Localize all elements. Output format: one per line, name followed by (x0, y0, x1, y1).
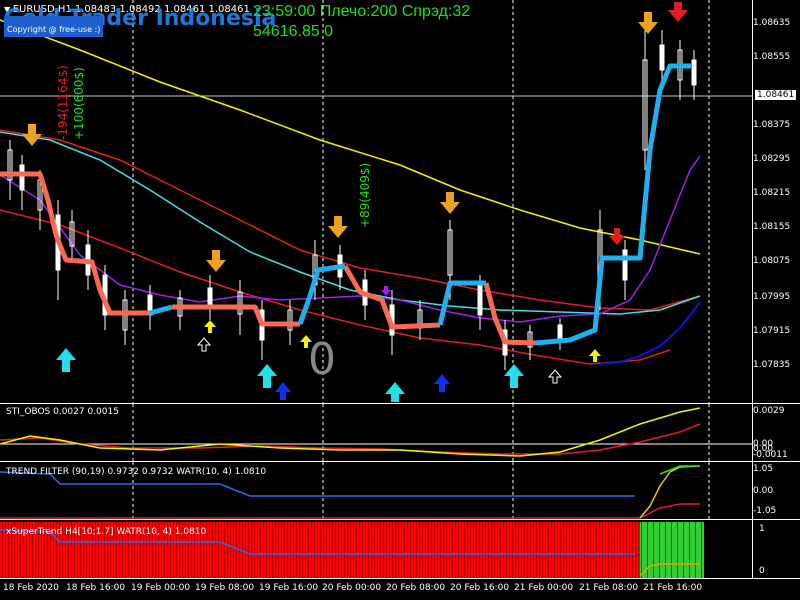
time-tick: 18 Feb 2020 (3, 583, 60, 593)
account-balance: 54616.85 0 (253, 23, 334, 40)
trend-step-salmon-2 (172, 304, 300, 327)
xsupertrend-panel[interactable]: xSuperTrend H4[10;1.7] WATR(10, 4) 1.081… (0, 520, 752, 578)
big-zero-label: 0 (308, 334, 336, 385)
time-tick: 18 Feb 16:00 (66, 583, 126, 593)
gain-annotation-2: +89(409$) (358, 162, 372, 228)
price-tick: 1.07835 (753, 360, 791, 370)
sti-tick: -0.0011 (753, 450, 788, 460)
server-time-info: 23:59:00 Плечо:200 Спрэд:32 (253, 3, 471, 20)
time-tick: 20 Feb 16:00 (450, 583, 510, 593)
xsupertrend-scale: 1 0 (752, 520, 800, 578)
price-tick: 1.07915 (753, 326, 791, 336)
trend-step-sky (149, 304, 173, 316)
trend-tick: -1.05 (753, 506, 777, 516)
sti-tick: 0.0029 (753, 406, 785, 416)
main-price-chart[interactable]: ▼ EURUSD,H1 1.08483 1.08492 1.08461 1.08… (0, 0, 752, 403)
xsupertrend-label: xSuperTrend H4[10;1.7] WATR(10, 4) 1.081… (6, 527, 207, 537)
yellow-ma-line (0, 19, 701, 255)
panel-divider (0, 578, 800, 579)
green-histogram (640, 522, 704, 578)
price-tick: 1.08555 (753, 52, 791, 62)
session-separators (132, 0, 710, 403)
time-axis: 18 Feb 2020 18 Feb 16:00 19 Feb 00:00 19… (0, 580, 752, 600)
time-tick: 20 Feb 00:00 (322, 583, 382, 593)
price-tick: 1.08375 (753, 120, 791, 130)
time-tick: 20 Feb 08:00 (386, 583, 446, 593)
time-tick: 19 Feb 16:00 (259, 583, 319, 593)
xst-tick: 0 (759, 566, 765, 576)
price-tick: 1.08075 (753, 256, 791, 266)
price-scale[interactable]: 1.08635 1.08555 1.08375 1.08295 1.08215 … (752, 0, 800, 403)
loss-annotation: -194(1164$) (56, 65, 70, 140)
sti-obos-panel[interactable]: STI_OBOS 0.0027 0.0015 (0, 404, 752, 461)
current-price-text: 1.08461 (757, 90, 795, 100)
price-tick: 1.08155 (753, 222, 791, 232)
sti-obos-scale: 0.0029 0.00 0.00 -0.0011 (752, 404, 800, 461)
trend-filter-scale: 1.05 0.00 -1.05 (752, 462, 800, 519)
copyright-text: Copyright @ free-use :) (7, 25, 101, 34)
trend-tick: 0.00 (753, 486, 774, 496)
sti-obos-label: STI_OBOS 0.0027 0.0015 (6, 407, 119, 417)
blue-up-arrows (275, 374, 450, 400)
candles (7, 30, 697, 370)
gain-annotation: +100(600$) (72, 67, 86, 140)
copyright-badge: Copyright @ free-use :) (4, 16, 104, 37)
time-tick: 21 Feb 00:00 (514, 583, 574, 593)
price-tick: 1.08215 (753, 188, 791, 198)
trend-step-sky-4 (534, 63, 692, 346)
purple-down-arrow (381, 286, 391, 296)
orange-down-arrows (22, 12, 658, 272)
time-tick: 21 Feb 08:00 (579, 583, 639, 593)
time-tick: 19 Feb 00:00 (131, 583, 191, 593)
time-tick: 19 Feb 08:00 (195, 583, 255, 593)
price-tick: 1.08635 (753, 18, 791, 28)
price-chart-canvas[interactable] (0, 0, 752, 403)
red-down-arrows (609, 2, 688, 245)
price-tick: 1.08295 (753, 154, 791, 164)
cyan-up-arrows (56, 348, 524, 402)
price-tick: 1.07995 (753, 292, 791, 302)
current-price-badge: 1.08461 (755, 90, 797, 100)
trend-filter-panel[interactable]: TREND FILTER (90,19) 0.9732 0.9732 WATR(… (0, 462, 752, 519)
trend-tick: 1.05 (753, 464, 774, 474)
xst-tick: 1 (759, 524, 765, 534)
time-tick: 21 Feb 16:00 (643, 583, 703, 593)
trend-filter-label: TREND FILTER (90,19) 0.9732 0.9732 WATR(… (6, 467, 267, 477)
